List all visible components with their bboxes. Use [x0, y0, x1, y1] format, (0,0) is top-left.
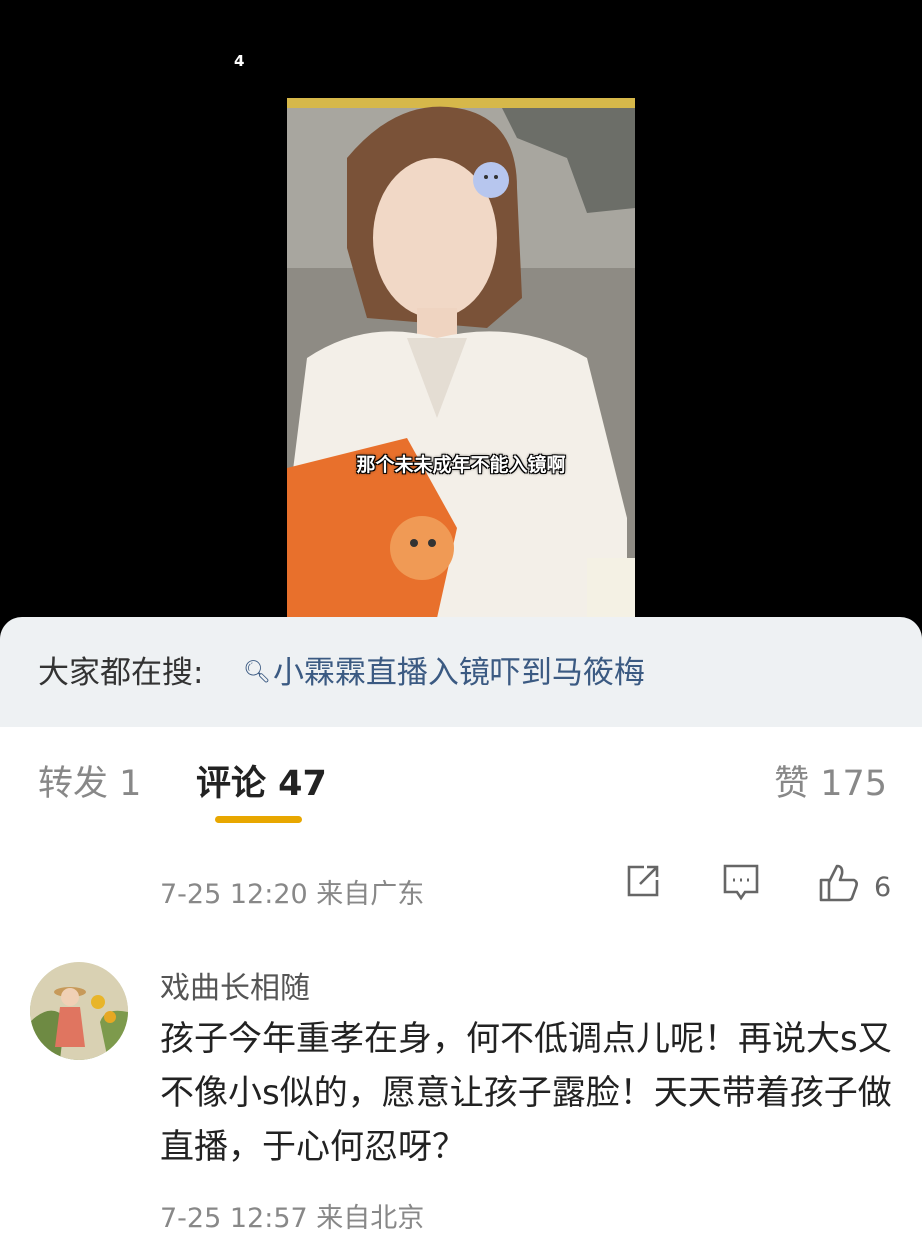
- trending-search-bar[interactable]: 大家都在搜: 🔍︎小霖霖直播入镜吓到马筱梅: [0, 617, 922, 727]
- video-area[interactable]: 4 那个未未成年不能入镜啊: [0, 0, 922, 660]
- trending-search-query[interactable]: 小霖霖直播入镜吓到马筱梅: [273, 655, 645, 691]
- tab-bar: 转发 1 评论 47 赞 175: [0, 727, 922, 832]
- trending-search-label: 大家都在搜:: [38, 655, 204, 691]
- active-tab-indicator: [215, 816, 302, 823]
- tab-likes[interactable]: 赞 175: [774, 755, 887, 806]
- comment-icon[interactable]: [722, 862, 760, 908]
- avatar[interactable]: [30, 962, 128, 1060]
- video-frame[interactable]: 那个未未成年不能入镜啊: [287, 98, 635, 618]
- share-icon[interactable]: [624, 862, 662, 904]
- tab-comments[interactable]: 评论 47: [196, 755, 327, 806]
- video-still-image: [287, 98, 635, 618]
- comment-time-location: 7-25 12:20 来自广东: [160, 879, 425, 910]
- comment-like-count: 6: [874, 872, 892, 903]
- comment-text: 孩子今年重孝在身，何不低调点儿呢！再说大s又不像小s似的，愿意让孩子露脸！天天带…: [160, 1019, 892, 1167]
- page-indicator: 4: [234, 52, 245, 70]
- trending-search-link[interactable]: 🔍︎小霖霖直播入镜吓到马筱梅: [243, 647, 645, 692]
- video-subtitle: 那个未未成年不能入镜啊: [356, 454, 566, 476]
- comment-username[interactable]: 戏曲长相随: [160, 963, 310, 1007]
- tab-repost[interactable]: 转发 1: [38, 755, 141, 806]
- thumbs-up-icon[interactable]: [818, 862, 860, 908]
- search-icon: 🔍︎: [243, 660, 271, 685]
